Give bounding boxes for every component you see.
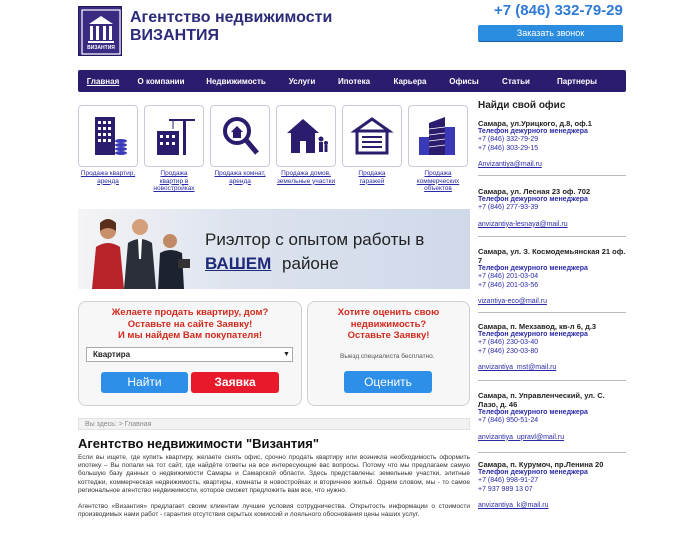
garage-icon — [350, 117, 394, 155]
office-phone-label: Телефон дежурного менеджера — [478, 331, 588, 338]
office-divider — [478, 175, 626, 176]
office-phone[interactable]: +7 (846) 998-91-27 — [478, 477, 626, 485]
office-card: Самара, п. Управленческий, ул. С. Лазо, … — [478, 391, 626, 442]
office-address: Самара, п. Мехзавод, кв-л 6, д.3 — [478, 322, 597, 331]
office-phone[interactable]: +7 (846) 230-03-80 — [478, 348, 626, 356]
nav-item-mortgage[interactable]: Ипотека — [326, 77, 382, 86]
brand-line2: ВИЗАНТИЯ — [130, 27, 219, 44]
category-rooms[interactable] — [210, 105, 270, 167]
office-email[interactable]: anvizantiya_k@mail.ru — [478, 502, 626, 510]
chevron-down-icon: ▼ — [283, 351, 290, 358]
banner-line2-rest: районе — [282, 254, 339, 273]
office-address: Самара, п. Управленческий, ул. С. Лазо, … — [478, 391, 605, 409]
office-phone-label: Телефон дежурного менеджера — [478, 128, 588, 135]
realtors-photo — [92, 219, 190, 289]
evaluate-button[interactable]: Оценить — [344, 371, 432, 393]
apartment-building-icon — [95, 117, 127, 155]
company-logo[interactable]: ВИЗАНТИЯ — [78, 6, 122, 56]
nav-item-career[interactable]: Карьера — [382, 77, 438, 86]
offices-title: Найди свой офис — [478, 100, 566, 111]
category-houses[interactable] — [276, 105, 336, 167]
magnifier-house-icon — [223, 117, 259, 155]
category-label-houses[interactable]: Продажа домов, земельные участки — [273, 170, 339, 185]
find-button[interactable]: Найти — [101, 372, 188, 393]
category-apartments[interactable] — [78, 105, 138, 167]
intro-paragraph: Если вы ищете, где купить квартиру, жела… — [78, 454, 470, 494]
construction-crane-icon — [157, 119, 195, 155]
office-divider — [478, 380, 626, 381]
category-new-buildings[interactable] — [144, 105, 204, 167]
office-phone[interactable]: +7 (846) 230-03-40 — [478, 339, 626, 347]
office-divider — [478, 312, 626, 313]
office-phone[interactable]: +7 (846) 277-93-39 — [478, 204, 626, 212]
office-divider — [478, 236, 626, 237]
office-phone[interactable]: +7 937 989 13 07 — [478, 486, 626, 494]
category-garages[interactable] — [342, 105, 402, 167]
office-email[interactable]: anvizantiya_mst@mail.ru — [478, 364, 626, 372]
nav-item-partners[interactable]: Партнеры — [542, 77, 612, 86]
category-label-new-buildings[interactable]: Продажа квартир в новостройках — [141, 170, 207, 193]
nav-item-services[interactable]: Услуги — [278, 77, 326, 86]
nav-item-home[interactable]: Главная — [78, 77, 128, 86]
property-type-select[interactable]: Квартира — [86, 347, 293, 362]
office-tower-icon — [419, 117, 455, 155]
office-phone-label: Телефон дежурного менеджера — [478, 469, 588, 476]
office-address: Самара, ул. Лесная 23 оф. 702 — [478, 187, 591, 196]
logo-text: ВИЗАНТИЯ — [87, 45, 115, 51]
house-family-icon — [287, 119, 328, 153]
office-email[interactable]: anvizantiya_upravl@mail.ru — [478, 434, 626, 442]
office-phone-label: Телефон дежурного менеджера — [478, 196, 588, 203]
banner-line1: Риэлтор с опытом работы в — [205, 230, 425, 249]
callback-button[interactable]: Заказать звонок — [478, 25, 623, 42]
eval-hint: Выезд специалиста бесплатно. — [340, 353, 435, 360]
nav-item-about[interactable]: О компании — [128, 77, 194, 86]
office-phone[interactable]: +7 (846) 332-79-29 — [478, 136, 626, 144]
header-phone[interactable]: +7 (846) 332-79-29 — [494, 2, 623, 19]
office-address: Самара, п. Курумоч, пр.Ленина 20 — [478, 460, 604, 469]
office-card: Самара, п. Мехзавод, кв-л 6, д.3 Телефон… — [478, 322, 626, 373]
nav-item-articles[interactable]: Статьи — [490, 77, 542, 86]
office-phone-label: Телефон дежурного менеджера — [478, 265, 588, 272]
office-card: Самара, ул. Лесная 23 оф. 702 Телефон де… — [478, 187, 626, 229]
eval-form-heading: Хотите оценить свою недвижимость? Оставь… — [337, 307, 440, 341]
office-phone[interactable]: +7 (846) 201-03-56 — [478, 282, 626, 290]
office-email[interactable]: vizantiya-eco@mail.ru — [478, 298, 626, 306]
office-address: Самара, ул. З. Космодемьянская 21 оф. 7 — [478, 247, 626, 265]
category-commercial[interactable] — [408, 105, 468, 167]
office-phone[interactable]: +7 (846) 201-03-04 — [478, 273, 626, 281]
office-phone-label: Телефон дежурного менеджера — [478, 409, 588, 416]
page-title: Агентство недвижимости "Византия" — [78, 436, 320, 451]
office-email[interactable]: anvizantiya-lesnaya@mail.ru — [478, 221, 626, 229]
office-card: Самара, ул. З. Космодемьянская 21 оф. 7 … — [478, 247, 626, 307]
main-nav: Главная О компании Недвижимость Услуги И… — [78, 70, 626, 92]
nav-item-offices[interactable]: Офисы — [438, 77, 490, 86]
banner-line2: ВАШЕМ районе — [205, 254, 339, 274]
brand-line1: Агентство недвижимости — [130, 9, 333, 26]
nav-item-realty[interactable]: Недвижимость — [194, 77, 278, 86]
office-card: Самара, п. Курумоч, пр.Ленина 20 Телефон… — [478, 460, 626, 511]
sell-form-heading: Желаете продать квартиру, дом? Оставьте … — [111, 307, 269, 341]
category-label-apartments[interactable]: Продажа квартир, аренда — [75, 170, 141, 185]
office-phone[interactable]: +7 (846) 950-51-24 — [478, 417, 626, 425]
office-phone[interactable]: +7 (846) 303-29-15 — [478, 145, 626, 153]
office-address: Самара, ул.Урицкого, д.8, оф.1 — [478, 119, 592, 128]
category-label-garages[interactable]: Продажа гаражей — [339, 170, 405, 185]
office-email[interactable]: Anvizantiya@mail.ru — [478, 161, 626, 169]
office-divider — [478, 452, 626, 453]
category-label-rooms[interactable]: Продажа комнат, аренда — [207, 170, 273, 185]
banner-highlight: ВАШЕМ — [205, 254, 272, 273]
order-button[interactable]: Заявка — [191, 372, 279, 393]
breadcrumb: Вы здесь: > Главная — [78, 418, 470, 430]
office-card: Самара, ул.Урицкого, д.8, оф.1 Телефон д… — [478, 119, 626, 170]
second-paragraph: Агентство «Византия» предлагает своим кл… — [78, 503, 470, 519]
category-label-commercial[interactable]: Продажа коммерческих объектов — [405, 170, 471, 193]
